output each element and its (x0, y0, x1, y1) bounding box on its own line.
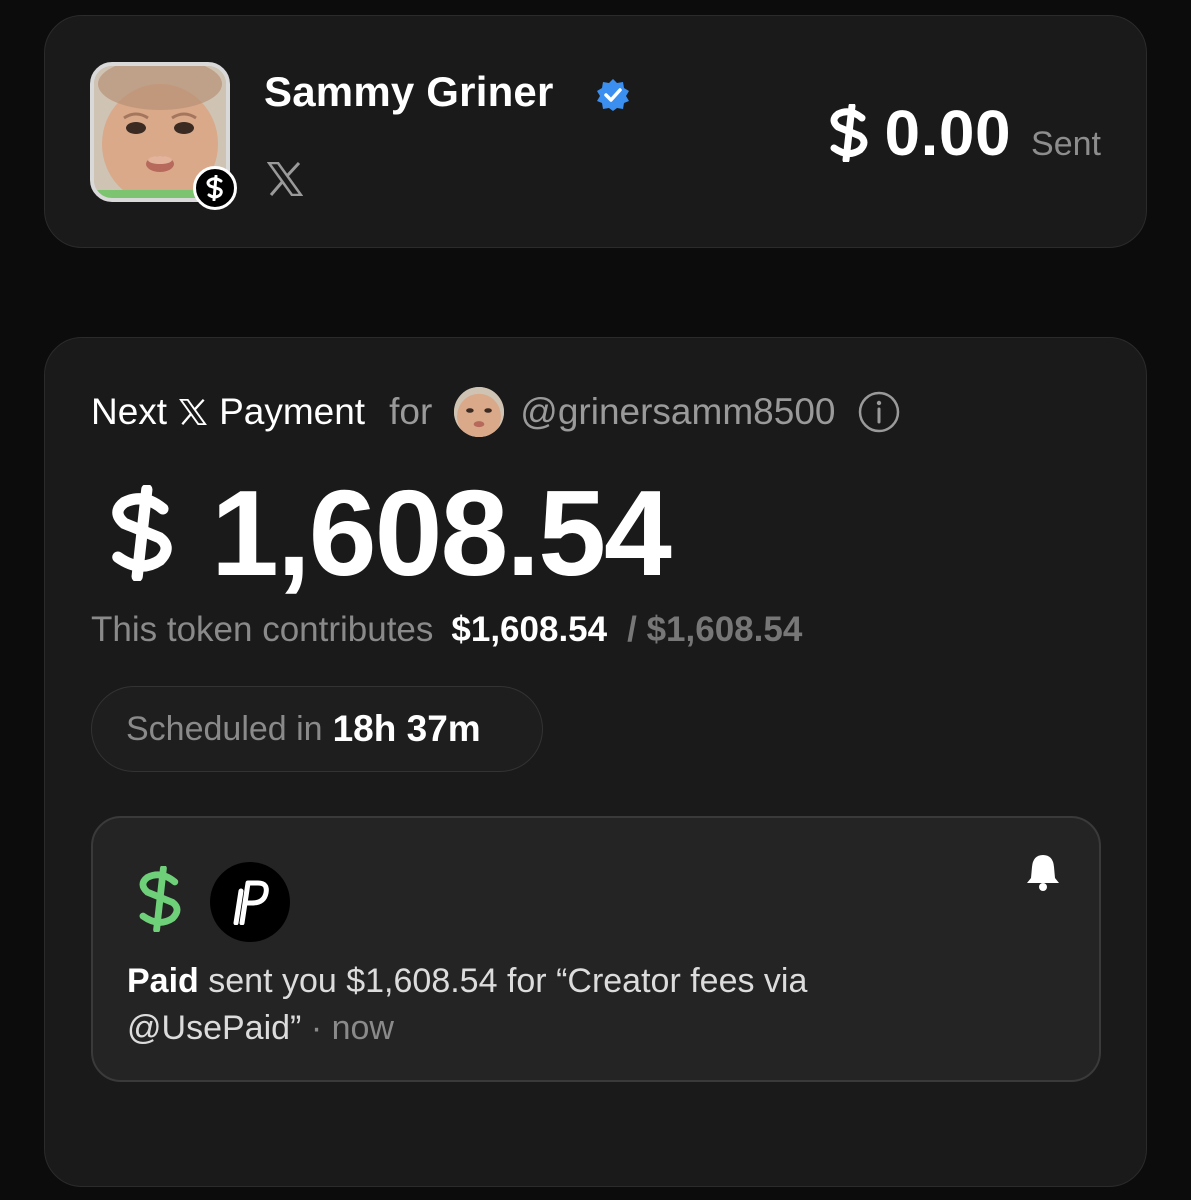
dollar-sign-icon (830, 104, 868, 162)
payment-amount-row: 1,608.54 (105, 463, 672, 603)
sent-summary: 0.00 Sent (826, 96, 1101, 170)
contrib-amount: $1,608.54 (451, 610, 608, 649)
dollar-sign-icon (112, 485, 172, 581)
x-logo-icon[interactable] (267, 162, 303, 196)
notification-message: sent you $1,608.54 for “Creator fees via… (127, 962, 808, 1047)
payment-amount: 1,608.54 (211, 465, 672, 601)
toddler-face-avatar-icon (454, 387, 505, 437)
schedule-pill: Scheduled in 18h 37m (91, 686, 543, 772)
x-logo-icon (179, 399, 208, 425)
payment-card: Next Payment for @grinersamm8500 1,608.5… (44, 337, 1147, 1187)
profile-card: Sammy Griner 0.00 Sent (44, 15, 1147, 248)
mini-avatar (454, 387, 505, 437)
profile-name[interactable]: Sammy Griner (264, 68, 554, 116)
payment-notification[interactable]: Paid sent you $1,608.54 for “Creator fee… (91, 816, 1101, 1082)
payment-label: Payment (219, 391, 366, 432)
profile-avatar-wrap[interactable] (90, 62, 237, 210)
notification-time: · now (310, 1009, 394, 1047)
contrib-total: / $1,608.54 (627, 610, 803, 649)
verified-badge-icon (597, 79, 629, 111)
contribution-row: This token contributes $1,608.54 / $1,60… (91, 610, 802, 650)
bell-icon[interactable] (1025, 852, 1061, 892)
handle[interactable]: @grinersamm8500 (520, 391, 835, 433)
next-payment-header: Next Payment for @grinersamm8500 (91, 386, 901, 438)
schedule-label: Scheduled in (126, 709, 323, 748)
next-label: Next (91, 391, 168, 432)
contrib-label: This token contributes (91, 610, 434, 649)
paid-logo-icon (210, 862, 290, 942)
schedule-time: 18h 37m (332, 708, 481, 749)
notification-text: Paid sent you $1,608.54 for “Creator fee… (127, 958, 927, 1052)
sent-label: Sent (1031, 125, 1101, 163)
cash-app-dollar-icon (139, 866, 181, 932)
info-icon[interactable] (857, 390, 901, 434)
notification-sender: Paid (127, 962, 199, 1000)
dollar-badge-icon (193, 166, 237, 210)
sent-amount: 0.00 (884, 97, 1012, 169)
for-label: for (389, 391, 433, 432)
